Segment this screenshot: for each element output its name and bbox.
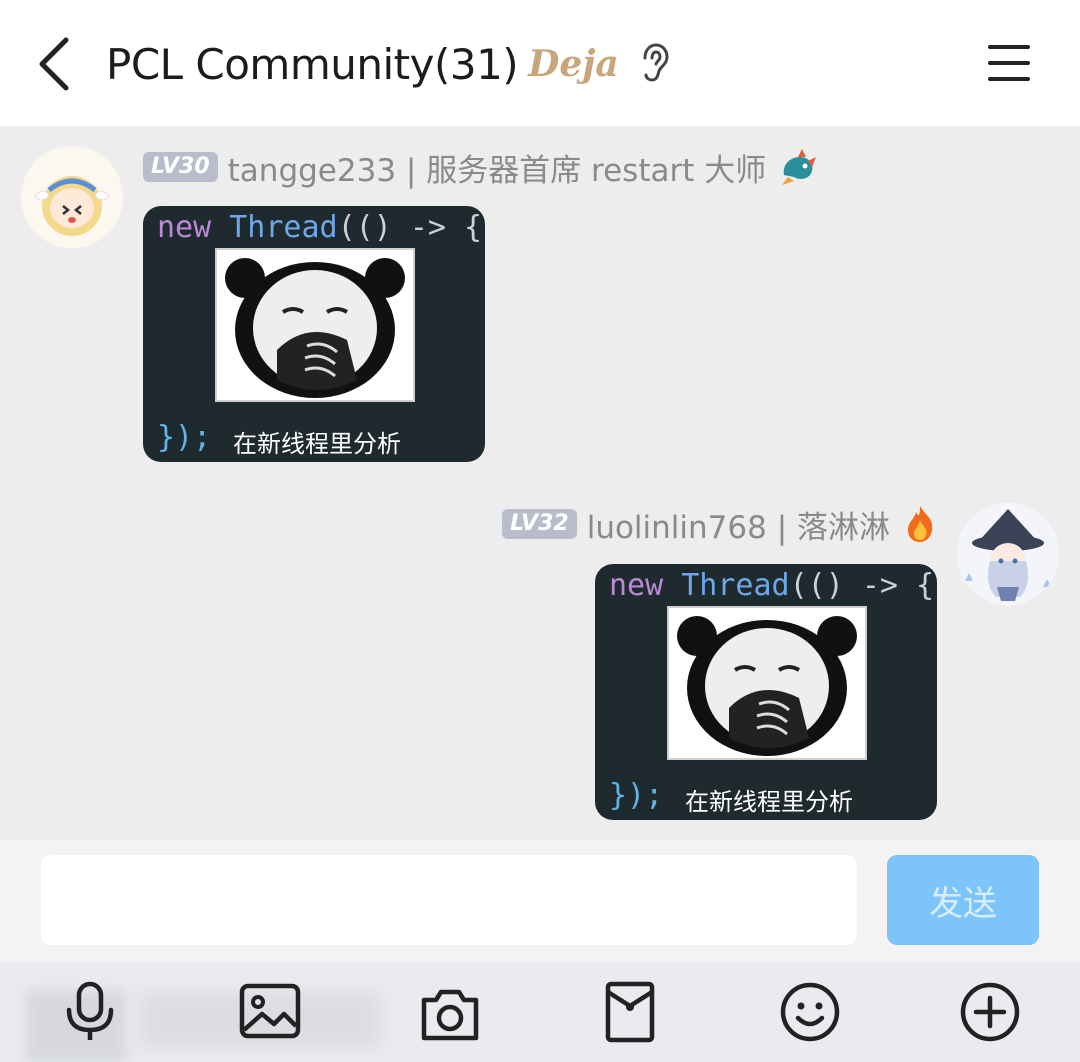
meme-image[interactable]: new Thread(() -> { }); 在新线程里分析 bbox=[143, 206, 485, 462]
message-meta: LV30 tangge233 | 服务器首席 restart 大师 bbox=[143, 145, 818, 190]
hamburger-menu-icon[interactable] bbox=[986, 42, 1032, 84]
fire-icon bbox=[908, 506, 933, 542]
dragon-icon bbox=[782, 149, 817, 185]
top-app-bar: PCL Community(31) Deja bbox=[0, 0, 1080, 126]
avatar[interactable] bbox=[21, 146, 123, 248]
microphone-icon[interactable] bbox=[58, 980, 122, 1044]
message-meta: LV32 luolinlin768 | 落淋淋 bbox=[502, 502, 938, 547]
sender-name[interactable]: tangge233 | 服务器首席 restart 大师 bbox=[228, 145, 767, 190]
avatar[interactable] bbox=[957, 503, 1059, 605]
sender-name[interactable]: luolinlin768 | 落淋淋 bbox=[587, 502, 890, 547]
meme-caption: 在新线程里分析 bbox=[233, 430, 401, 458]
title-group: PCL Community(31) Deja bbox=[106, 36, 673, 92]
group-title: PCL Community(31) bbox=[106, 39, 519, 89]
deja-badge: Deja bbox=[528, 43, 619, 85]
meme-code-line: new Thread(() -> { bbox=[157, 210, 483, 245]
composer-bar: 发送 bbox=[0, 840, 1080, 962]
emoji-icon[interactable] bbox=[778, 980, 842, 1044]
ear-icon[interactable] bbox=[637, 42, 673, 86]
meme-code-end: }); bbox=[609, 778, 664, 813]
level-badge: LV32 bbox=[502, 509, 577, 539]
image-icon[interactable] bbox=[238, 980, 302, 1044]
red-packet-icon[interactable] bbox=[598, 980, 662, 1044]
anime-witch-avatar-icon bbox=[957, 503, 1059, 605]
meme-image[interactable]: new Thread(() -> { }); 在新线程里分析 bbox=[595, 564, 937, 820]
chat-message-list[interactable]: LV30 tangge233 | 服务器首席 restart 大师 new Th… bbox=[0, 126, 1080, 840]
meme-code-line: new Thread(() -> { bbox=[609, 568, 935, 603]
anime-girl-avatar-icon bbox=[21, 146, 123, 248]
camera-icon[interactable] bbox=[418, 982, 482, 1046]
chevron-left-icon[interactable] bbox=[30, 34, 80, 94]
plus-circle-icon[interactable] bbox=[958, 980, 1022, 1044]
panda-meme-face bbox=[667, 606, 867, 760]
level-badge: LV30 bbox=[143, 152, 218, 182]
message-input[interactable] bbox=[41, 855, 857, 945]
panda-meme-face bbox=[215, 248, 415, 402]
meme-code-end: }); bbox=[157, 420, 212, 455]
send-button[interactable]: 发送 bbox=[887, 855, 1039, 945]
meme-caption: 在新线程里分析 bbox=[685, 788, 853, 816]
